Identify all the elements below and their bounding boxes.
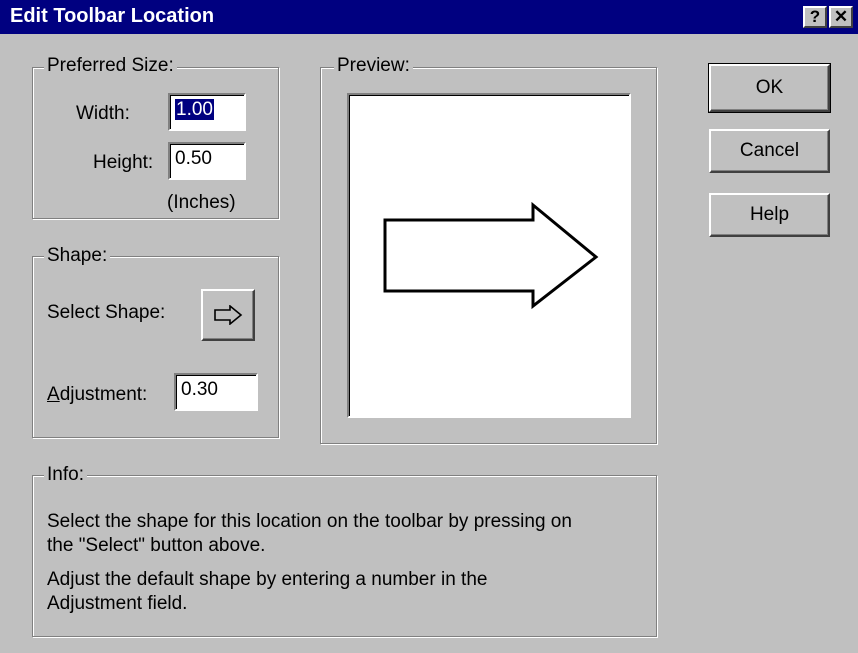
- help-caption-button[interactable]: ?: [803, 6, 827, 28]
- adjustment-input[interactable]: 0.30: [174, 373, 258, 411]
- select-shape-button[interactable]: [201, 289, 255, 341]
- close-icon: ✕: [833, 7, 849, 26]
- info-legend: Info:: [44, 464, 87, 486]
- info-line-2: the "Select" button above.: [47, 535, 266, 556]
- units-label: (Inches): [167, 192, 236, 213]
- adjustment-label: Adjustment:: [47, 384, 148, 405]
- cancel-button[interactable]: Cancel: [709, 129, 830, 173]
- ok-button[interactable]: OK: [708, 63, 831, 113]
- right-arrow-icon: [214, 305, 243, 325]
- close-caption-button[interactable]: ✕: [829, 6, 853, 28]
- preview-arrow-shape: [383, 201, 599, 310]
- preview-legend: Preview:: [334, 55, 413, 77]
- help-icon: ?: [809, 7, 821, 26]
- help-button[interactable]: Help: [709, 193, 830, 237]
- height-label: Height:: [93, 152, 154, 173]
- shape-legend: Shape:: [44, 245, 111, 267]
- info-line-1: Select the shape for this location on th…: [47, 511, 572, 532]
- preferred-size-legend: Preferred Size:: [44, 55, 177, 77]
- width-input[interactable]: 1.00: [168, 93, 246, 131]
- preview-area: [347, 93, 631, 418]
- info-line-4: Adjustment field.: [47, 593, 188, 614]
- select-shape-label: Select Shape:: [47, 302, 166, 323]
- width-label: Width:: [76, 103, 130, 124]
- width-input-value: 1.00: [175, 99, 214, 120]
- height-input[interactable]: 0.50: [168, 142, 246, 180]
- window-title: Edit Toolbar Location: [10, 5, 215, 27]
- info-line-3: Adjust the default shape by entering a n…: [47, 569, 488, 590]
